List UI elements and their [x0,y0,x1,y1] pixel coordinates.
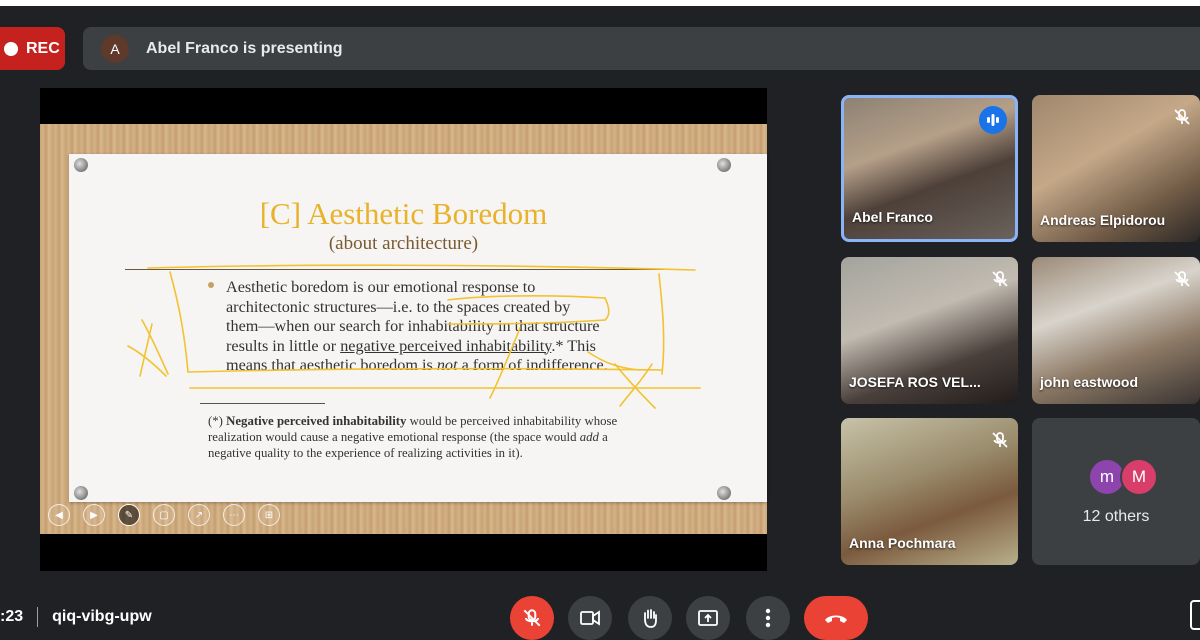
participant-name: Anna Pochmara [849,535,956,551]
others-avatar-group: m M [1088,458,1168,496]
camera-toggle-button[interactable] [568,596,612,640]
zoom-tool-button[interactable]: ⊞ [258,504,280,526]
participant-tile[interactable]: john eastwood [1032,257,1200,404]
bullet-marker [208,282,214,288]
camera-icon [580,610,600,626]
slide-overview-button[interactable]: ▢ [153,504,175,526]
recording-label: REC [26,39,60,57]
participant-tile[interactable]: Anna Pochmara [841,418,1018,565]
present-now-button[interactable] [686,596,730,640]
participant-name: Andreas Elpidorou [1040,212,1166,228]
presenter-avatar: A [101,34,129,63]
mic-off-icon [1174,271,1190,287]
next-slide-button[interactable]: ▶ [83,504,105,526]
bullet-line: them—when our search for inhabitability … [226,317,600,335]
footnote-prefix: (*) [208,414,227,428]
bullet-underlined-term: negative perceived inhabitability [340,336,552,355]
divider [37,607,39,627]
bullet-text-part: results in little or [226,336,341,355]
presenting-text: Abel Franco is presenting [146,39,343,57]
end-call-icon [825,615,847,623]
others-count-label: 12 others [1082,508,1150,525]
pin-icon [74,486,88,500]
clock-time: :23 [0,608,24,625]
footnote-italic: add [579,430,599,444]
participant-tile[interactable]: Abel Franco [841,95,1018,242]
participant-name: JOSEFA ROS VEL... [849,374,981,390]
slide-footnote: (*) Negative perceived inhabitability wo… [208,413,648,461]
bullet-text-part: .* This [551,336,596,355]
pin-icon [74,158,88,172]
presentation-stage: [C] Aesthetic Boredom (about architectur… [40,88,767,571]
participant-tile[interactable]: JOSEFA ROS VEL... [841,257,1018,404]
participant-tile[interactable]: Andreas Elpidorou [1032,95,1200,242]
present-now-icon [698,610,718,626]
mic-toggle-button[interactable] [510,596,554,640]
previous-slide-button[interactable]: ◀ [48,504,70,526]
pen-tool-button[interactable]: ✎ [118,504,140,526]
more-options-button[interactable] [746,596,790,640]
bullet-line: architectonic structures—i.e. to the spa… [226,297,571,316]
more-options-icon [765,608,771,628]
pointer-tool-button[interactable]: ↗ [188,504,210,526]
recording-dot-icon [4,41,18,56]
top-edge [0,0,1200,6]
recording-button[interactable]: REC [0,27,65,70]
bullet-text-part: a form of indifference. [457,356,608,374]
raise-hand-button[interactable] [628,596,672,640]
footnote-divider [200,403,325,404]
meeting-code[interactable]: qiq-vibg-upw [52,608,152,626]
bullet-line: means that aesthetic boredom is not a fo… [226,356,656,376]
raise-hand-icon [644,609,657,628]
pin-icon [717,158,731,172]
slide-title: [C] Aesthetic Boredom [259,196,548,231]
bullet-italic-word: not [436,356,458,374]
mic-off-icon [992,271,1008,287]
side-panel-icon[interactable] [1190,600,1200,630]
slide-subtitle: (about architecture) [328,233,479,254]
speaking-indicator-icon [979,106,1007,134]
slide-bullet-text: Aesthetic boredom is our emotional respo… [226,278,656,376]
mic-off-icon [523,609,541,627]
bullet-line: Aesthetic boredom is our emotional respo… [226,278,536,296]
participant-name: Abel Franco [852,209,933,225]
avatar: M [1120,458,1158,496]
participant-name: john eastwood [1040,374,1138,390]
more-options-button[interactable]: ⋯ [223,504,245,526]
end-call-button[interactable] [804,596,868,640]
meeting-info: :23 qiq-vibg-upw [0,607,152,627]
slide-divider [125,269,685,270]
mic-off-icon [992,432,1008,448]
bullet-text-part: means that aesthetic boredom is [226,356,437,374]
footnote-term: Negative perceived inhabitability [226,414,407,428]
others-tile[interactable]: m M 12 others [1032,418,1200,565]
bullet-line: results in little or negative perceived … [226,337,656,357]
presenting-banner: A Abel Franco is presenting [83,27,1200,70]
slide-toolbar: ◀ ▶ ✎ ▢ ↗ ⋯ ⊞ [48,504,280,526]
pin-icon [717,486,731,500]
mic-off-icon [1174,109,1190,125]
